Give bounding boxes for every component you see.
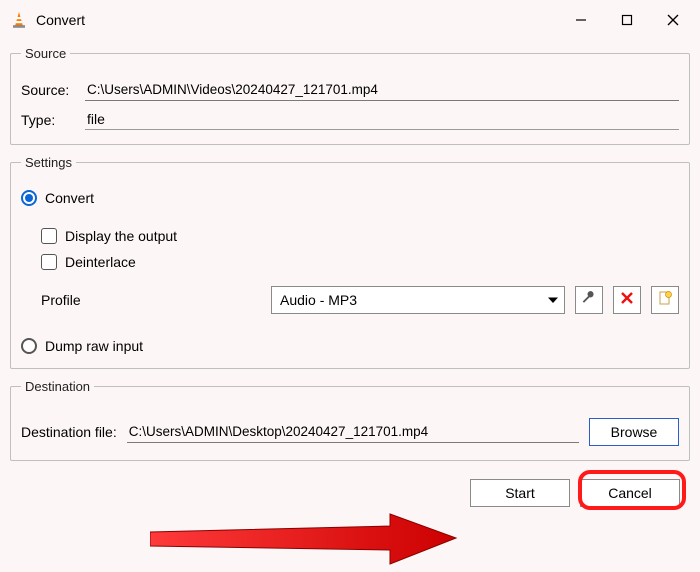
edit-profile-button[interactable] xyxy=(575,286,603,314)
checkbox-off-icon xyxy=(41,254,57,270)
destination-file-input[interactable] xyxy=(127,421,579,443)
profile-combobox[interactable]: Audio - MP3 xyxy=(271,286,565,314)
radio-off-icon xyxy=(21,338,37,354)
settings-legend: Settings xyxy=(21,155,76,170)
destination-group: Destination Destination file: Browse xyxy=(10,379,690,461)
new-profile-button[interactable] xyxy=(651,286,679,314)
minimize-button[interactable] xyxy=(558,4,604,36)
type-label: Type: xyxy=(21,112,77,128)
annotation-arrow xyxy=(150,510,460,570)
radio-on-icon xyxy=(21,190,37,206)
titlebar: Convert xyxy=(0,0,700,40)
deinterlace-label: Deinterlace xyxy=(65,254,136,270)
window-title: Convert xyxy=(36,12,558,28)
wrench-icon xyxy=(581,290,597,311)
profile-value: Audio - MP3 xyxy=(280,292,357,308)
browse-button[interactable]: Browse xyxy=(589,418,679,446)
display-output-label: Display the output xyxy=(65,228,177,244)
new-document-icon xyxy=(657,290,673,311)
convert-radio[interactable]: Convert xyxy=(21,190,679,206)
destination-legend: Destination xyxy=(21,379,94,394)
checkbox-off-icon xyxy=(41,228,57,244)
chevron-down-icon xyxy=(548,292,558,308)
delete-profile-button[interactable] xyxy=(613,286,641,314)
maximize-button[interactable] xyxy=(604,4,650,36)
deinterlace-checkbox[interactable]: Deinterlace xyxy=(41,254,679,270)
destination-file-label: Destination file: xyxy=(21,424,117,440)
cancel-button[interactable]: Cancel xyxy=(580,479,680,507)
start-button[interactable]: Start xyxy=(470,479,570,507)
x-icon xyxy=(620,291,634,310)
type-value: file xyxy=(85,109,679,130)
source-group: Source Source: Type: file xyxy=(10,46,690,145)
source-path-input[interactable] xyxy=(85,79,679,101)
close-button[interactable] xyxy=(650,4,696,36)
dump-raw-label: Dump raw input xyxy=(45,338,143,354)
vlc-icon xyxy=(10,11,28,29)
source-label: Source: xyxy=(21,82,77,98)
source-legend: Source xyxy=(21,46,70,61)
settings-group: Settings Convert Display the output Dein… xyxy=(10,155,690,369)
display-output-checkbox[interactable]: Display the output xyxy=(41,228,679,244)
dump-raw-radio[interactable]: Dump raw input xyxy=(21,338,679,354)
profile-label: Profile xyxy=(41,292,261,308)
convert-radio-label: Convert xyxy=(45,190,94,206)
